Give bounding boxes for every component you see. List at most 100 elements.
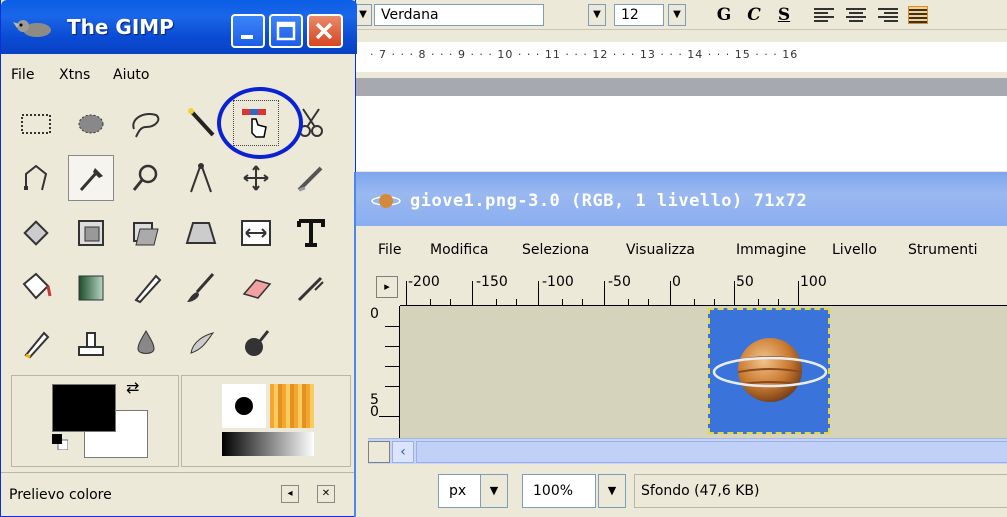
- word-processor-toolbar: ▼ Verdana ▼ 12 ▼ G C S: [352, 0, 1007, 30]
- bucket-fill-tool[interactable]: [13, 265, 59, 311]
- menu-edit[interactable]: Modifica: [430, 242, 489, 258]
- paths-tool[interactable]: [13, 155, 59, 201]
- image-canvas[interactable]: [400, 306, 1007, 438]
- jupiter-icon: [371, 194, 401, 208]
- swap-colors-icon[interactable]: ⇄: [126, 378, 139, 397]
- crop-tool[interactable]: [288, 155, 334, 201]
- zoom-select[interactable]: 100%: [522, 474, 596, 508]
- tool-palette: [11, 98, 351, 370]
- measure-tool[interactable]: [178, 155, 224, 201]
- scroll-left-icon[interactable]: ‹: [392, 441, 414, 463]
- blend-tool[interactable]: [68, 265, 114, 311]
- airbrush-tool[interactable]: [288, 265, 334, 311]
- menu-layer[interactable]: Livello: [832, 242, 877, 258]
- menu-arrow-button[interactable]: ▸: [376, 276, 398, 298]
- unit-dropdown-button[interactable]: ▼: [480, 474, 508, 508]
- ink-tool[interactable]: [13, 320, 59, 366]
- font-name-dropdown-button[interactable]: ▼: [588, 4, 606, 26]
- brush-preview[interactable]: [222, 384, 266, 428]
- image-window-title: giove1.png-3.0 (RGB, 1 livello) 71x72: [410, 191, 808, 211]
- scale-tool[interactable]: [68, 210, 114, 256]
- text-tool[interactable]: [288, 210, 334, 256]
- horizontal-ruler: -200 -150 -100 -50 0 50 100: [400, 270, 1007, 306]
- menu-xtns[interactable]: Xtns: [59, 67, 90, 83]
- perspective-icon: [185, 222, 217, 244]
- toolbox-titlebar[interactable]: The GIMP: [1, 0, 357, 54]
- minimize-button[interactable]: [231, 14, 265, 48]
- document-page[interactable]: [352, 96, 1007, 171]
- brush-pattern-gradient-area: [181, 375, 351, 467]
- image-window-titlebar[interactable]: giove1.png-3.0 (RGB, 1 livello) 71x72: [356, 172, 1007, 226]
- justify-icon[interactable]: [908, 6, 928, 24]
- ruler-label: -100: [542, 274, 574, 290]
- gimp-toolbox-window: The GIMP File Xtns Aiuto ⇄ Prelievo colo…: [0, 0, 357, 517]
- align-right-icon[interactable]: [878, 6, 898, 24]
- gradient-preview[interactable]: [222, 432, 314, 456]
- pattern-preview[interactable]: [270, 384, 314, 428]
- ruler-label: -200: [408, 274, 440, 290]
- color-picker-icon: [79, 168, 103, 191]
- image-menubar: File Modifica Seleziona Visualizza Immag…: [356, 226, 1007, 270]
- horizontal-scrollbar[interactable]: ‹: [368, 438, 1007, 464]
- move-icon: [243, 165, 269, 191]
- ruler-label: 0: [370, 306, 379, 322]
- image-layer[interactable]: [708, 308, 830, 434]
- rect-select-tool[interactable]: [13, 100, 59, 146]
- menu-help[interactable]: Aiuto: [113, 67, 149, 83]
- perspective-tool[interactable]: [178, 210, 224, 256]
- align-center-icon[interactable]: [846, 6, 866, 24]
- bucket-fill-icon: [22, 272, 52, 300]
- menu-select[interactable]: Seleziona: [522, 242, 589, 258]
- lasso-tool[interactable]: [123, 100, 169, 146]
- paintbrush-tool[interactable]: [178, 265, 224, 311]
- font-size-combo[interactable]: 12: [614, 4, 664, 26]
- menu-file[interactable]: File: [11, 67, 34, 83]
- toolbox-title: The GIMP: [67, 15, 174, 39]
- ellipse-select-tool[interactable]: [68, 100, 114, 146]
- underline-button[interactable]: S: [772, 3, 796, 27]
- navigate-icon[interactable]: [368, 441, 390, 463]
- color-picker-tool[interactable]: [68, 155, 114, 201]
- ruler-label: -150: [476, 274, 508, 290]
- shear-tool[interactable]: [123, 210, 169, 256]
- maximize-button[interactable]: [269, 14, 303, 48]
- eraser-icon: [242, 279, 272, 299]
- restore-defaults-icon[interactable]: ◂: [281, 485, 299, 503]
- bold-button[interactable]: G: [712, 3, 736, 27]
- rotate-icon: [23, 220, 49, 246]
- foreground-color-swatch[interactable]: [52, 384, 116, 432]
- reset-icon[interactable]: ✕: [317, 485, 335, 503]
- move-tool[interactable]: [233, 155, 279, 201]
- scale-icon: [78, 220, 104, 246]
- close-button[interactable]: [307, 14, 343, 48]
- unit-select[interactable]: px: [438, 474, 484, 508]
- ink-icon: [24, 331, 50, 359]
- font-name-combo[interactable]: Verdana: [374, 4, 544, 26]
- blur-tool[interactable]: [123, 320, 169, 366]
- tool-options-label: Prelievo colore: [9, 487, 112, 503]
- zoom-tool[interactable]: [123, 155, 169, 201]
- zoom-icon: [132, 164, 158, 191]
- measure-icon: [190, 163, 212, 193]
- smudge-tool[interactable]: [178, 320, 224, 366]
- scroll-thumb[interactable]: [416, 441, 1007, 463]
- zoom-dropdown-button[interactable]: ▼: [598, 474, 626, 508]
- word-processor-ruler: · 7 · · · 8 · · · 9 · · · 10 · · · 11 · …: [352, 42, 1007, 72]
- menu-tools[interactable]: Strumenti: [908, 242, 978, 258]
- eraser-tool[interactable]: [233, 265, 279, 311]
- italic-button[interactable]: C: [742, 3, 766, 27]
- default-colors-icon[interactable]: [52, 434, 68, 450]
- clone-tool[interactable]: [68, 320, 114, 366]
- flip-tool[interactable]: [233, 210, 279, 256]
- dodge-burn-tool[interactable]: [233, 320, 279, 366]
- menu-image[interactable]: Immagine: [736, 242, 806, 258]
- image-status-bar: px ▼ 100% ▼ Sfondo (47,6 KB): [356, 464, 1007, 517]
- align-left-icon[interactable]: [814, 6, 834, 24]
- menu-view[interactable]: Visualizza: [626, 242, 695, 258]
- ruler-label: 0: [370, 404, 379, 420]
- menu-file[interactable]: File: [378, 242, 401, 258]
- rotate-tool[interactable]: [13, 210, 59, 256]
- pencil-tool[interactable]: [123, 265, 169, 311]
- font-size-dropdown-button[interactable]: ▼: [668, 4, 686, 26]
- blend-icon: [78, 275, 104, 301]
